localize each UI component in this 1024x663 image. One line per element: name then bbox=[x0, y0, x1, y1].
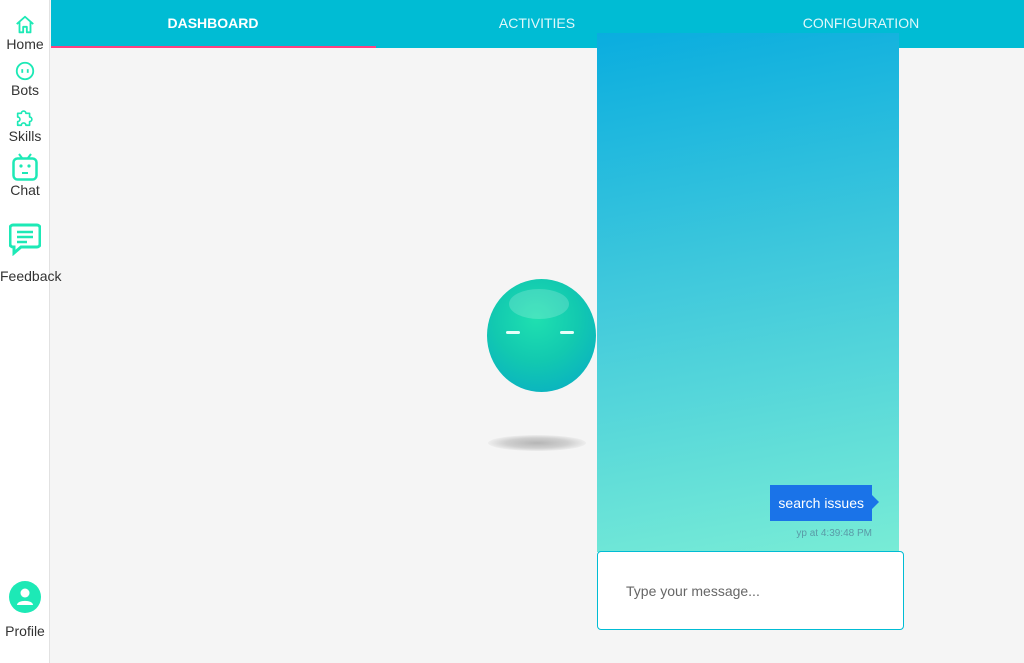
message-bubble[interactable]: search issues bbox=[770, 485, 879, 521]
sidebar-item-bots[interactable]: Bots bbox=[0, 60, 50, 98]
tab-indicator bbox=[51, 46, 376, 48]
bot-shadow bbox=[488, 435, 586, 451]
tv-bot-icon bbox=[12, 153, 38, 181]
sidebar-item-label: Home bbox=[6, 36, 44, 52]
feedback-icon bbox=[9, 223, 41, 256]
sidebar-item-feedback[interactable]: Feedback bbox=[0, 222, 62, 284]
home-icon bbox=[16, 15, 34, 34]
message-input[interactable] bbox=[597, 551, 904, 630]
sidebar-item-label: Chat bbox=[10, 182, 40, 198]
sidebar-item-skills[interactable]: Skills bbox=[0, 106, 50, 144]
bot-eye-right bbox=[560, 331, 574, 334]
message-timestamp: yp at 4:39:48 PM bbox=[796, 528, 872, 539]
bot-face-icon bbox=[15, 61, 35, 81]
sidebar: Home Bots Skills Chat Feedback Profile bbox=[0, 0, 62, 663]
chat-panel: search issues yp at 4:39:48 PM bbox=[597, 33, 899, 552]
person-icon bbox=[9, 581, 41, 613]
bot-shine bbox=[509, 289, 569, 319]
puzzle-icon bbox=[16, 110, 33, 127]
sidebar-item-label: Skills bbox=[8, 128, 42, 144]
sidebar-item-chat[interactable]: Chat bbox=[0, 152, 50, 198]
sidebar-item-label: Bots bbox=[10, 82, 39, 98]
bot-avatar[interactable] bbox=[487, 279, 596, 392]
bot-eye-left bbox=[506, 331, 520, 334]
sidebar-item-label: Feedback bbox=[0, 268, 62, 284]
sidebar-item-label: Profile bbox=[5, 623, 45, 639]
sidebar-item-home[interactable]: Home bbox=[0, 14, 50, 52]
tab-dashboard[interactable]: DASHBOARD bbox=[51, 0, 375, 48]
sidebar-item-profile[interactable]: Profile bbox=[0, 581, 50, 639]
